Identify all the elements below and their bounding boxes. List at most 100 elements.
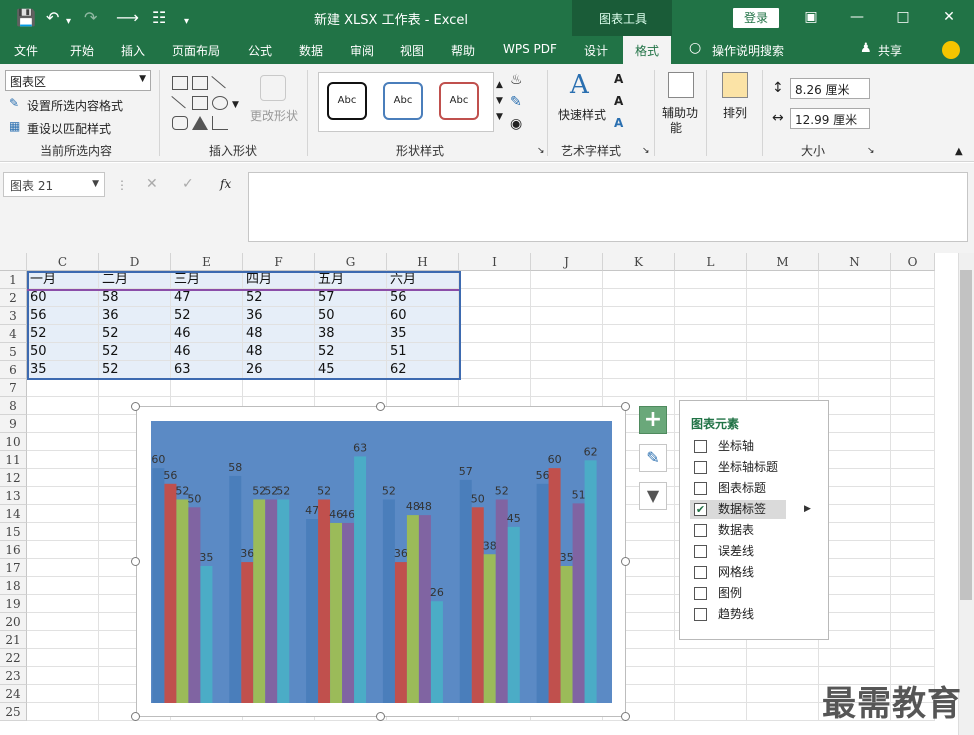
bar[interactable]	[330, 522, 343, 703]
tab-design[interactable]: 设计	[584, 42, 608, 59]
ribbon-display-icon[interactable]: ▣	[800, 6, 822, 28]
cell[interactable]	[747, 703, 819, 721]
cell[interactable]	[819, 577, 891, 595]
cell[interactable]	[531, 307, 603, 325]
cell[interactable]	[747, 289, 819, 307]
cell[interactable]	[891, 469, 935, 487]
cell[interactable]	[819, 451, 891, 469]
cell[interactable]	[459, 343, 531, 361]
text-fill-icon[interactable]: A	[614, 72, 623, 86]
rectangle-shape-icon[interactable]	[192, 96, 208, 110]
resize-handle-s[interactable]	[376, 712, 385, 721]
bar[interactable]	[164, 483, 177, 703]
chart-element-option[interactable]: 图表标题	[690, 479, 825, 498]
minimize-icon[interactable]: —	[846, 6, 868, 28]
login-button[interactable]: 登录	[733, 8, 779, 28]
shape-effects-icon[interactable]: ◉	[510, 116, 522, 132]
cell[interactable]	[459, 379, 531, 397]
cell[interactable]	[747, 667, 819, 685]
row-header[interactable]: 25	[0, 703, 27, 721]
bar[interactable]	[394, 562, 407, 703]
cell[interactable]	[603, 307, 675, 325]
column-header[interactable]: O	[891, 253, 935, 271]
column-header[interactable]: F	[243, 253, 315, 271]
cell[interactable]	[675, 307, 747, 325]
bar[interactable]	[584, 460, 597, 703]
column-header[interactable]: E	[171, 253, 243, 271]
cell[interactable]	[747, 325, 819, 343]
cell[interactable]	[891, 523, 935, 541]
cell[interactable]	[27, 451, 99, 469]
cell[interactable]	[819, 595, 891, 613]
bar[interactable]	[253, 499, 266, 703]
bar[interactable]	[354, 456, 367, 703]
tab-format[interactable]: 格式	[623, 36, 671, 64]
cell[interactable]	[819, 613, 891, 631]
insert-function-icon[interactable]: fx	[220, 177, 231, 191]
undo-dropdown-icon[interactable]: ▾	[66, 12, 71, 32]
cell[interactable]	[819, 415, 891, 433]
shapes-more-icon[interactable]: ▼	[232, 100, 239, 110]
cell[interactable]	[99, 379, 171, 397]
height-input[interactable]: 8.26 厘米	[790, 78, 870, 99]
checkbox-icon[interactable]	[694, 482, 707, 495]
cell[interactable]	[675, 667, 747, 685]
bar[interactable]	[471, 507, 484, 703]
cell[interactable]	[27, 433, 99, 451]
cell[interactable]	[315, 379, 387, 397]
cell[interactable]	[387, 379, 459, 397]
cell[interactable]	[819, 289, 891, 307]
cell[interactable]	[675, 289, 747, 307]
cell[interactable]	[891, 505, 935, 523]
tab-insert[interactable]: 插入	[121, 42, 145, 59]
checkbox-icon[interactable]	[694, 587, 707, 600]
cell[interactable]	[243, 379, 315, 397]
bar[interactable]	[495, 499, 508, 703]
cell[interactable]	[819, 379, 891, 397]
arrange-icon[interactable]	[722, 72, 748, 98]
checkbox-icon[interactable]	[694, 440, 707, 453]
tell-me-search[interactable]: 操作说明搜索	[712, 42, 784, 59]
cell[interactable]	[27, 415, 99, 433]
cell[interactable]	[819, 631, 891, 649]
cell[interactable]	[747, 649, 819, 667]
row-header[interactable]: 14	[0, 505, 27, 523]
column-header[interactable]: H	[387, 253, 459, 271]
row-header[interactable]: 8	[0, 397, 27, 415]
cell[interactable]	[27, 469, 99, 487]
chart-element-option[interactable]: 数据表	[690, 521, 825, 540]
cell[interactable]	[747, 685, 819, 703]
format-painter-icon[interactable]: ⟶	[116, 8, 139, 28]
row-header[interactable]: 13	[0, 487, 27, 505]
column-header[interactable]: K	[603, 253, 675, 271]
alt-text-icon[interactable]	[668, 72, 694, 98]
cell[interactable]	[531, 271, 603, 289]
customize-toolbar-icon[interactable]: ▾	[184, 12, 189, 32]
cell[interactable]	[531, 289, 603, 307]
cell[interactable]	[891, 541, 935, 559]
close-icon[interactable]: ✕	[938, 6, 960, 28]
cell[interactable]	[459, 289, 531, 307]
reset-style-button[interactable]: 重设以匹配样式	[27, 120, 111, 137]
oval-shape-icon[interactable]	[212, 96, 228, 110]
cell[interactable]	[819, 433, 891, 451]
bar[interactable]	[507, 526, 520, 703]
row-header[interactable]: 11	[0, 451, 27, 469]
cell[interactable]	[891, 289, 935, 307]
row-header[interactable]: 10	[0, 433, 27, 451]
cell[interactable]	[891, 361, 935, 379]
cell[interactable]	[891, 487, 935, 505]
cell[interactable]	[819, 649, 891, 667]
cell[interactable]	[675, 325, 747, 343]
row-header[interactable]: 18	[0, 577, 27, 595]
chart-styles-brush-icon[interactable]: ✎	[639, 444, 667, 472]
cell[interactable]	[747, 361, 819, 379]
resize-handle-n[interactable]	[376, 402, 385, 411]
chart-elements-button[interactable]: +	[639, 406, 667, 434]
cell[interactable]	[603, 343, 675, 361]
cell[interactable]	[27, 613, 99, 631]
cell[interactable]	[27, 649, 99, 667]
checkbox-icon[interactable]	[694, 461, 707, 474]
triangle-shape-icon[interactable]	[192, 116, 208, 130]
chart-element-option[interactable]: 网格线	[690, 563, 825, 582]
